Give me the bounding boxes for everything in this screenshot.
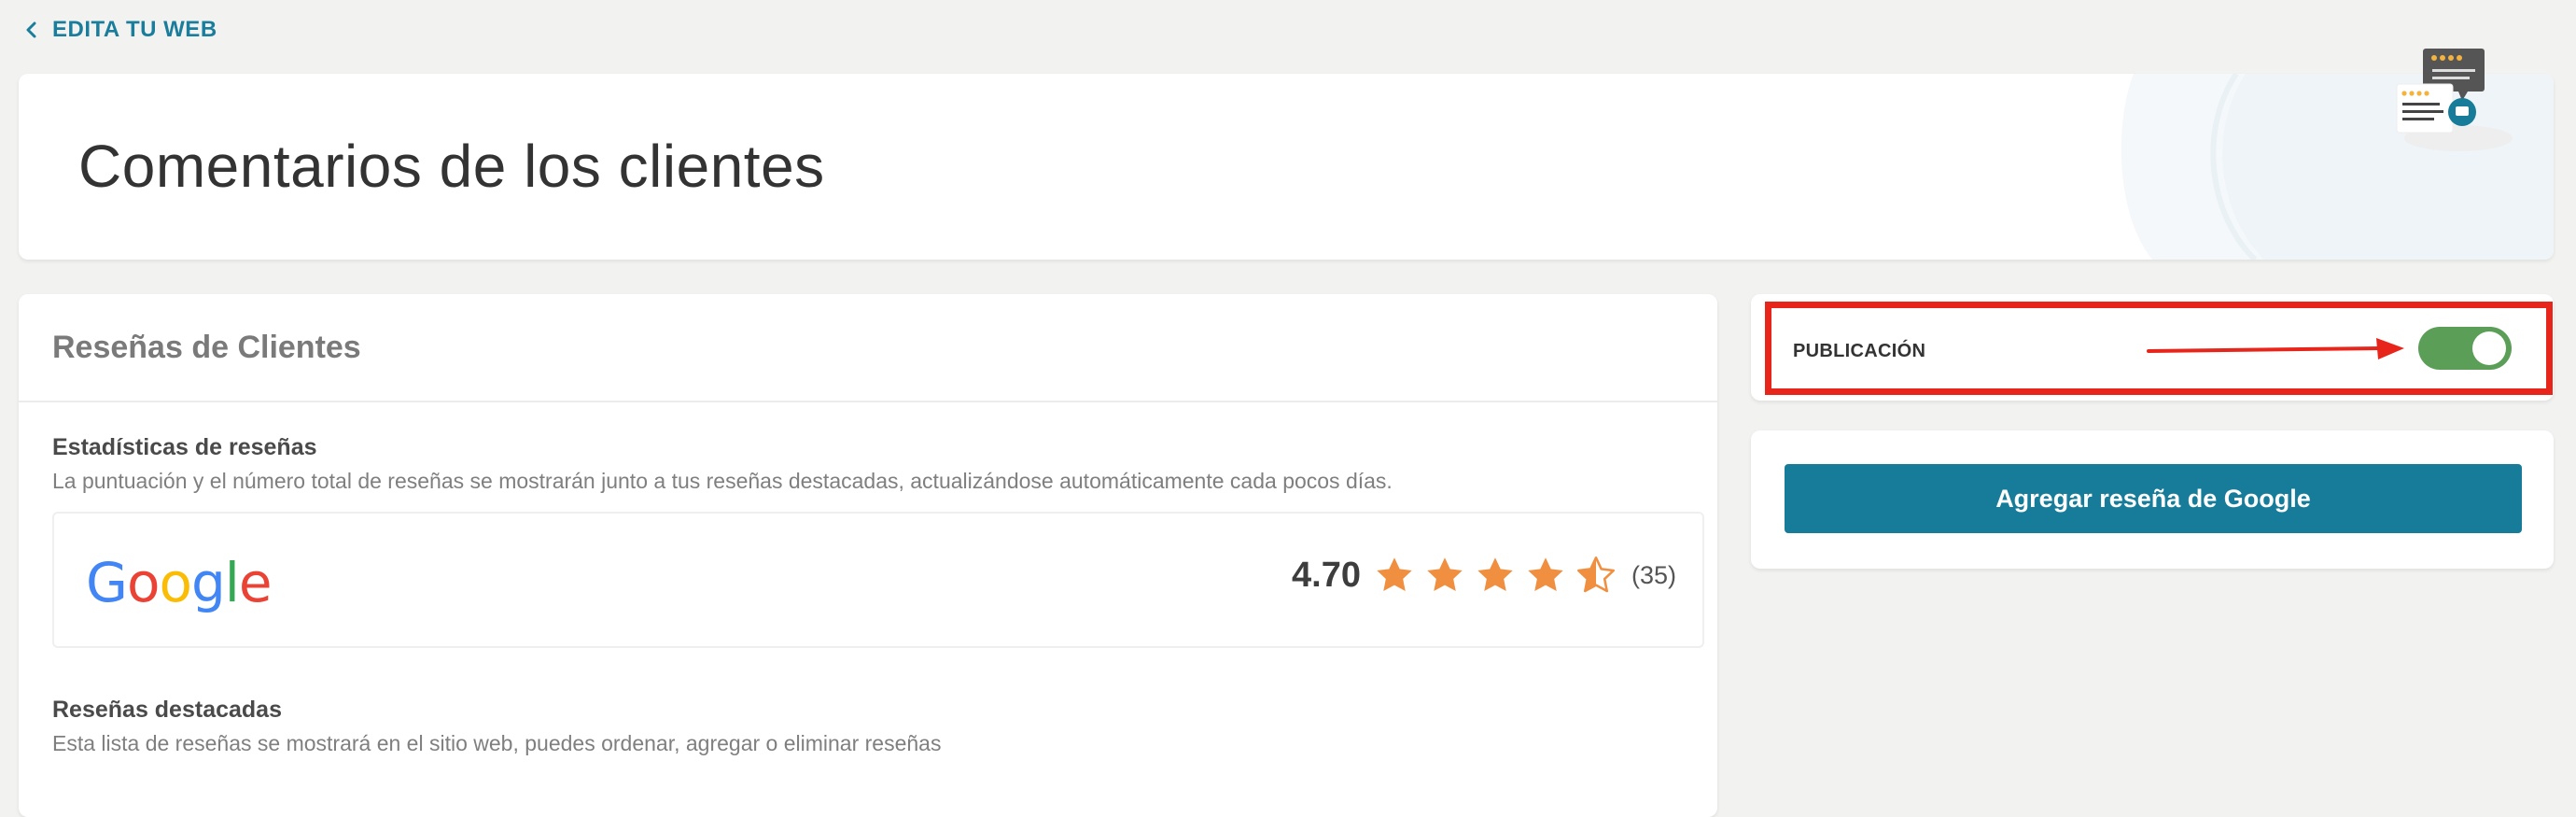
star-icon <box>1528 557 1563 592</box>
divider <box>19 401 1717 402</box>
rating-score: 4.70 <box>1292 555 1361 595</box>
rating-summary: 4.70 (35) <box>1292 555 1676 596</box>
back-link-label: EDITA TU WEB <box>52 17 217 42</box>
add-google-review-button[interactable]: Agregar reseña de Google <box>1785 464 2522 533</box>
page-header: Comentarios de los clientes <box>19 74 2554 260</box>
arrow-right-icon <box>2147 338 2404 359</box>
star-half-icon <box>1577 556 1615 593</box>
publication-toggle[interactable] <box>2418 327 2512 370</box>
featured-description: Esta lista de reseñas se mostrará en el … <box>52 731 942 755</box>
star-rating <box>1374 555 1617 596</box>
action-card: Agregar reseña de Google <box>1751 430 2554 569</box>
publication-label: PUBLICACIÓN <box>1793 341 1926 361</box>
star-icon <box>1377 557 1412 592</box>
card-title: Reseñas de Clientes <box>52 330 361 365</box>
back-link[interactable]: EDITA TU WEB <box>24 17 217 43</box>
review-count: (35) <box>1631 560 1676 589</box>
stats-description: La puntuación y el número total de reseñ… <box>52 469 1393 493</box>
featured-heading: Reseñas destacadas <box>52 697 282 723</box>
stats-box: Google 4.70 (35) <box>52 512 1704 648</box>
toggle-knob <box>2472 331 2506 365</box>
stats-heading: Estadísticas de reseñas <box>52 434 317 460</box>
star-icon <box>1477 557 1513 592</box>
reviews-illustration-icon <box>2396 49 2513 151</box>
chevron-left-icon <box>26 21 36 38</box>
star-icon <box>1427 557 1463 592</box>
google-logo: Google <box>86 551 273 614</box>
reviews-card: Reseñas de Clientes Estadísticas de rese… <box>19 294 1717 817</box>
page-title: Comentarios de los clientes <box>78 133 825 200</box>
